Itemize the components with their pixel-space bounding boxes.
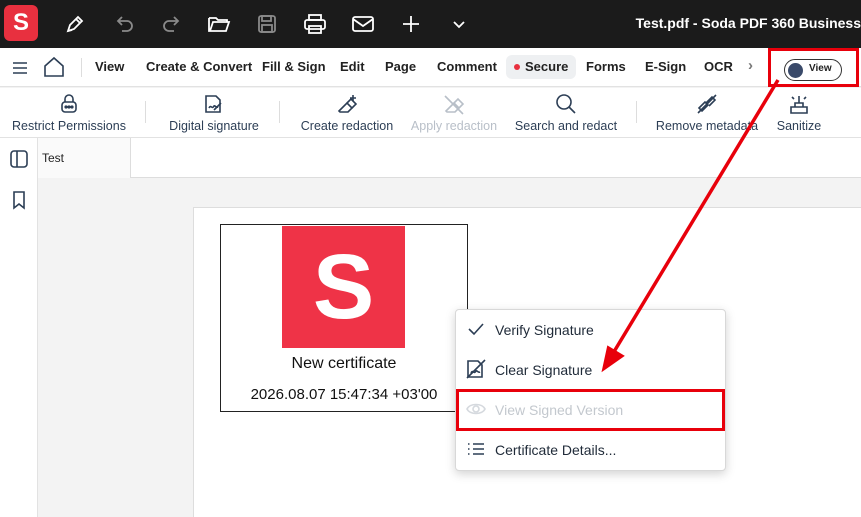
menu-page[interactable]: Page <box>385 59 416 74</box>
menu-divider <box>81 58 82 77</box>
redo-icon[interactable] <box>159 11 185 37</box>
create-redaction-button[interactable]: Create redaction <box>298 88 396 138</box>
view-toggle-label: View <box>809 63 832 74</box>
remove-metadata-button[interactable]: Remove metadata <box>655 88 759 138</box>
verify-signature-menu-item[interactable]: Verify Signature <box>456 310 725 350</box>
left-sidebar <box>0 138 38 517</box>
menu-more-chevron-icon[interactable]: › <box>748 57 753 74</box>
certificate-details-menu-item[interactable]: Certificate Details... <box>456 430 725 470</box>
digital-signature-label: Digital signature <box>169 119 259 133</box>
create-redaction-label: Create redaction <box>300 119 394 133</box>
hamburger-menu-icon[interactable] <box>10 58 30 83</box>
lock-icon <box>61 94 77 113</box>
menu-bar: View Create & Convert Fill & Sign Edit P… <box>0 48 861 87</box>
clear-signature-label: Clear Signature <box>495 362 593 378</box>
clear-signature-menu-item[interactable]: Clear Signature <box>456 350 725 390</box>
pen-icon[interactable] <box>62 11 88 37</box>
menu-create-convert[interactable]: Create & Convert <box>146 59 252 74</box>
document-tab[interactable]: Test <box>38 138 131 178</box>
restrict-permissions-label: Restrict Permissions <box>12 119 126 133</box>
search-and-redact-label: Search and redact <box>514 119 618 133</box>
view-mode-toggle[interactable]: View <box>784 59 842 81</box>
app-logo[interactable]: S <box>4 5 38 41</box>
secure-ribbon: Restrict Permissions Digital signature C… <box>0 88 861 138</box>
bookmark-icon[interactable] <box>5 186 33 214</box>
apply-redaction-button: Apply redaction <box>409 88 499 138</box>
signature-field[interactable]: S New certificate 2026.08.07 15:47:34 +0… <box>220 224 468 412</box>
active-indicator-dot <box>514 63 520 70</box>
signature-timestamp: 2026.08.07 15:47:34 +03'00 <box>250 386 438 403</box>
document-tab-strip: Test <box>38 138 861 178</box>
menu-e-sign[interactable]: E-Sign <box>645 59 686 74</box>
remove-metadata-icon <box>697 94 717 114</box>
sanitize-label: Sanitize <box>776 119 822 133</box>
search-and-redact-button[interactable]: Search and redact <box>513 88 619 138</box>
sanitize-icon <box>790 96 808 114</box>
signature-logo-image: S <box>282 226 405 348</box>
signature-icon <box>205 95 222 113</box>
ribbon-divider <box>279 101 280 123</box>
undo-icon[interactable] <box>111 11 137 37</box>
menu-secure[interactable]: Secure <box>506 55 577 79</box>
check-icon <box>468 323 484 336</box>
search-icon <box>556 94 576 114</box>
mail-icon[interactable] <box>350 11 376 37</box>
clear-signature-icon <box>466 359 486 379</box>
home-icon[interactable] <box>42 56 66 83</box>
restrict-permissions-button[interactable]: Restrict Permissions <box>10 88 128 138</box>
document-title: Test.pdf - Soda PDF 360 Business <box>635 15 861 31</box>
verify-signature-label: Verify Signature <box>495 322 594 338</box>
print-icon[interactable] <box>302 11 328 37</box>
menu-secure-label: Secure <box>525 59 569 74</box>
remove-metadata-label: Remove metadata <box>655 119 759 133</box>
chevron-down-icon[interactable] <box>446 11 472 37</box>
menu-forms[interactable]: Forms <box>586 59 626 74</box>
menu-edit[interactable]: Edit <box>340 59 365 74</box>
document-tab-label: Test <box>42 151 65 165</box>
annotation-highlight-box <box>456 389 725 431</box>
apply-redaction-icon <box>444 95 465 115</box>
sanitize-button[interactable]: Sanitize <box>772 88 826 138</box>
certificate-details-label: Certificate Details... <box>495 442 617 458</box>
digital-signature-button[interactable]: Digital signature <box>163 88 265 138</box>
open-folder-icon[interactable] <box>206 11 232 37</box>
panel-toggle-icon[interactable] <box>5 145 33 173</box>
create-redaction-icon <box>337 95 358 113</box>
ribbon-divider <box>145 101 146 123</box>
menu-comment[interactable]: Comment <box>437 59 497 74</box>
apply-redaction-label: Apply redaction <box>410 119 498 133</box>
save-icon[interactable] <box>254 11 280 37</box>
title-bar: S Test.pdf - Soda PDF 360 Business <box>0 0 861 48</box>
menu-view[interactable]: View <box>95 59 124 74</box>
menu-fill-sign[interactable]: Fill & Sign <box>262 59 326 74</box>
toggle-knob <box>788 62 803 78</box>
list-icon <box>468 443 484 455</box>
view-toggle-highlight: View <box>768 48 859 87</box>
ribbon-divider <box>636 101 637 123</box>
menu-ocr[interactable]: OCR <box>704 59 733 74</box>
plus-icon[interactable] <box>398 11 424 37</box>
certificate-name: New certificate <box>291 355 397 372</box>
